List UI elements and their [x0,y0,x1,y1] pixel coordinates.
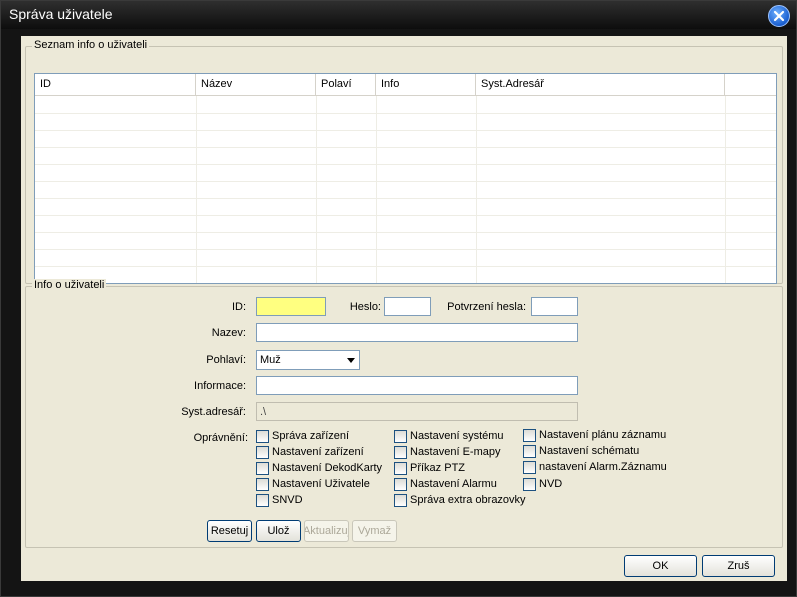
column-header-sysdir[interactable]: Syst.Adresář [476,74,725,96]
sysdir-label: Syst.adresář: [181,406,246,418]
gender-select[interactable]: Muž [256,350,360,370]
password-input[interactable] [384,297,431,316]
information-input[interactable] [256,376,578,395]
column-header-info[interactable]: Info [376,74,476,96]
user-management-dialog: Správa uživatele Seznam info o uživateli… [0,0,797,597]
gender-select-value: Muž [260,354,281,366]
name-label: Nazev: [211,327,246,339]
window-title: Správa uživatele [9,6,113,22]
id-label: ID: [231,301,246,313]
close-icon [773,10,785,22]
title-bar[interactable]: Správa uživatele [1,1,796,29]
password-label: Heslo: [349,301,381,313]
permissions-label: Oprávnění: [193,432,248,444]
column-header-name[interactable]: Název [196,74,316,96]
user-table[interactable]: ID Název Polaví Info Syst.Adresář [34,73,777,284]
user-list-group: Seznam info o uživateli ID Název Polaví … [25,39,783,284]
sysdir-input [256,402,578,421]
save-button[interactable]: Ulož [256,520,301,542]
table-header: ID Název Polaví Info Syst.Adresář [35,74,776,96]
information-label: Informace: [194,380,246,392]
user-info-group-label: Info o uživateli [32,279,107,291]
reset-button[interactable]: Resetuj [207,520,252,542]
id-input[interactable] [256,297,326,316]
confirm-password-input[interactable] [531,297,578,316]
user-list-group-label: Seznam info o uživateli [32,39,150,51]
close-button[interactable] [768,5,790,27]
chevron-down-icon [347,358,355,363]
user-info-group: Info o uživateli ID: Heslo: Potvrzení he… [25,279,783,548]
name-input[interactable] [256,323,578,342]
delete-button[interactable]: Vymaž [352,520,397,542]
column-header-gender[interactable]: Polaví [316,74,376,96]
dialog-body: Seznam info o uživateli ID Název Polaví … [21,36,787,581]
gender-label: Pohlaví: [206,354,246,366]
ok-button[interactable]: OK [624,555,697,577]
update-button[interactable]: Aktualizuj [304,520,349,542]
cancel-button[interactable]: Zruš [702,555,775,577]
column-header-id[interactable]: ID [35,74,196,96]
confirm-password-label: Potvrzení hesla: [447,301,526,313]
